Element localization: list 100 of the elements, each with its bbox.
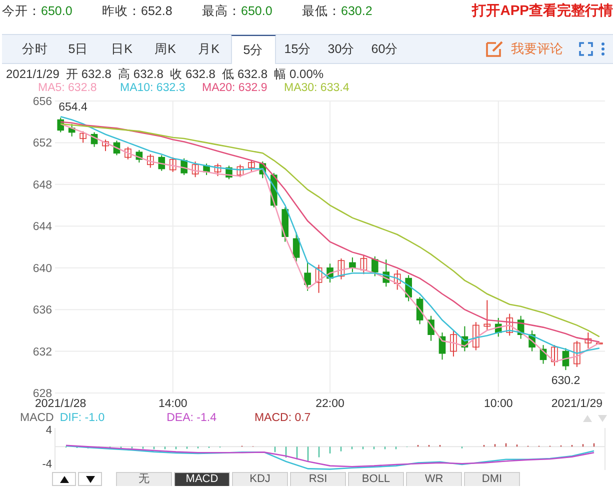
candle bbox=[562, 348, 570, 371]
indicator-title: MACD bbox=[20, 412, 54, 424]
candle bbox=[226, 165, 232, 180]
quote-stat: 最低：630.2 bbox=[302, 2, 374, 20]
more-icon bbox=[601, 42, 605, 56]
candle bbox=[192, 160, 199, 178]
legend-label: MACD: 0.7 bbox=[254, 412, 311, 424]
candle bbox=[136, 150, 143, 164]
candle bbox=[382, 259, 390, 288]
quote-stat: 今开：650.0 bbox=[2, 2, 74, 20]
candle bbox=[169, 156, 176, 172]
period-tab[interactable]: 60分 bbox=[363, 35, 406, 63]
y-axis-label: 4 bbox=[46, 424, 52, 437]
x-axis-label: 14:00 bbox=[158, 398, 188, 410]
candle bbox=[214, 163, 222, 177]
indicator-tab[interactable]: 无 bbox=[116, 472, 172, 486]
candle bbox=[517, 315, 524, 340]
y-axis-label: 656 bbox=[32, 96, 52, 108]
candle bbox=[416, 296, 424, 325]
candle bbox=[315, 264, 322, 294]
candle bbox=[506, 313, 513, 336]
candle bbox=[360, 254, 368, 275]
move-up-button[interactable] bbox=[52, 472, 76, 486]
y-axis-label: -4 bbox=[42, 458, 52, 471]
period-tab[interactable]: 15分 bbox=[276, 35, 320, 63]
indicator-tab[interactable]: DMI bbox=[464, 472, 520, 486]
period-tab[interactable]: 5分 bbox=[230, 35, 276, 64]
candle bbox=[494, 317, 502, 338]
legend-label: MA10: 632.3 bbox=[120, 82, 186, 94]
candle bbox=[282, 206, 288, 242]
down-arrow-icon bbox=[86, 476, 94, 482]
legend-label: DEA: -1.4 bbox=[166, 412, 216, 424]
candle bbox=[596, 342, 603, 344]
quote-stat: 最高：650.0 bbox=[202, 2, 274, 20]
candle bbox=[113, 140, 120, 156]
y-axis-label: 644 bbox=[32, 221, 52, 234]
price-annotation: 654.4 bbox=[58, 102, 88, 114]
candle bbox=[304, 261, 311, 292]
indicator-tab[interactable]: RSI bbox=[290, 472, 346, 486]
legend-label: DIF: -1.0 bbox=[60, 412, 105, 424]
candle bbox=[394, 269, 401, 290]
x-axis-label: 2021/1/29 bbox=[551, 398, 603, 410]
legend-label: MA20: 632.9 bbox=[202, 82, 268, 94]
period-tab[interactable]: 5日 bbox=[56, 35, 100, 63]
indicator-tab[interactable]: BOLL bbox=[348, 472, 404, 486]
bar-info: 2021/1/29 开 632.8 高 632.8 收 632.8 低 632.8 幅 0.00% bbox=[5, 66, 325, 82]
x-axis-label: 2021/1/28 bbox=[35, 398, 86, 410]
y-axis-label: 632 bbox=[32, 346, 52, 358]
period-tab[interactable]: 日K bbox=[100, 35, 144, 63]
y-axis-label: 652 bbox=[32, 138, 52, 150]
candle bbox=[540, 344, 547, 364]
indicator-tab[interactable]: MACD bbox=[174, 472, 230, 486]
candle bbox=[326, 263, 334, 283]
price-annotation: 630.2 bbox=[551, 375, 580, 388]
indicator-tab[interactable]: WR bbox=[406, 472, 462, 486]
candle bbox=[528, 330, 536, 352]
y-axis-label: 648 bbox=[32, 179, 52, 192]
down-arrow-icon bbox=[598, 414, 607, 422]
app-promo-link[interactable]: 打开APP查看完整行情 bbox=[472, 2, 613, 20]
period-tab[interactable]: 周K bbox=[144, 35, 187, 63]
period-tab[interactable]: 30分 bbox=[320, 35, 363, 63]
legend-label: MA30: 633.4 bbox=[284, 82, 350, 94]
candle bbox=[158, 154, 166, 172]
y-axis-label: 640 bbox=[32, 262, 52, 275]
indicator-tab[interactable]: KDJ bbox=[232, 472, 288, 486]
period-tab[interactable]: 分时 bbox=[13, 35, 56, 63]
candle bbox=[349, 256, 356, 273]
candle bbox=[292, 232, 300, 262]
candle bbox=[236, 164, 244, 178]
candle bbox=[574, 340, 580, 368]
up-arrow-icon bbox=[60, 476, 68, 482]
x-axis-label: 22:00 bbox=[316, 398, 344, 410]
candle bbox=[124, 146, 132, 160]
candle bbox=[147, 154, 154, 168]
fullscreen-icon bbox=[579, 42, 593, 56]
candle bbox=[372, 256, 378, 277]
candle bbox=[57, 117, 64, 133]
candle bbox=[90, 132, 98, 148]
candle bbox=[248, 160, 255, 172]
candle bbox=[428, 315, 434, 342]
y-axis-label: 628 bbox=[32, 388, 52, 400]
edit-icon bbox=[486, 41, 504, 57]
candle bbox=[80, 130, 86, 144]
legend-label: MA5: 632.8 bbox=[38, 82, 98, 94]
period-tab[interactable]: 月K bbox=[187, 35, 230, 63]
x-axis-label: 10:00 bbox=[484, 398, 513, 410]
quote-stat: 昨收：652.8 bbox=[102, 2, 174, 20]
candle bbox=[484, 300, 491, 331]
candle bbox=[551, 344, 558, 366]
move-down-button[interactable] bbox=[78, 472, 102, 486]
candle bbox=[438, 332, 446, 360]
candle bbox=[259, 160, 266, 179]
candle bbox=[68, 123, 76, 137]
up-arrow-icon bbox=[583, 414, 592, 422]
candle bbox=[584, 332, 592, 349]
y-axis-label: 636 bbox=[32, 304, 52, 317]
candle bbox=[450, 330, 457, 357]
candle bbox=[461, 326, 468, 352]
candle bbox=[472, 322, 480, 351]
candle bbox=[405, 274, 412, 302]
